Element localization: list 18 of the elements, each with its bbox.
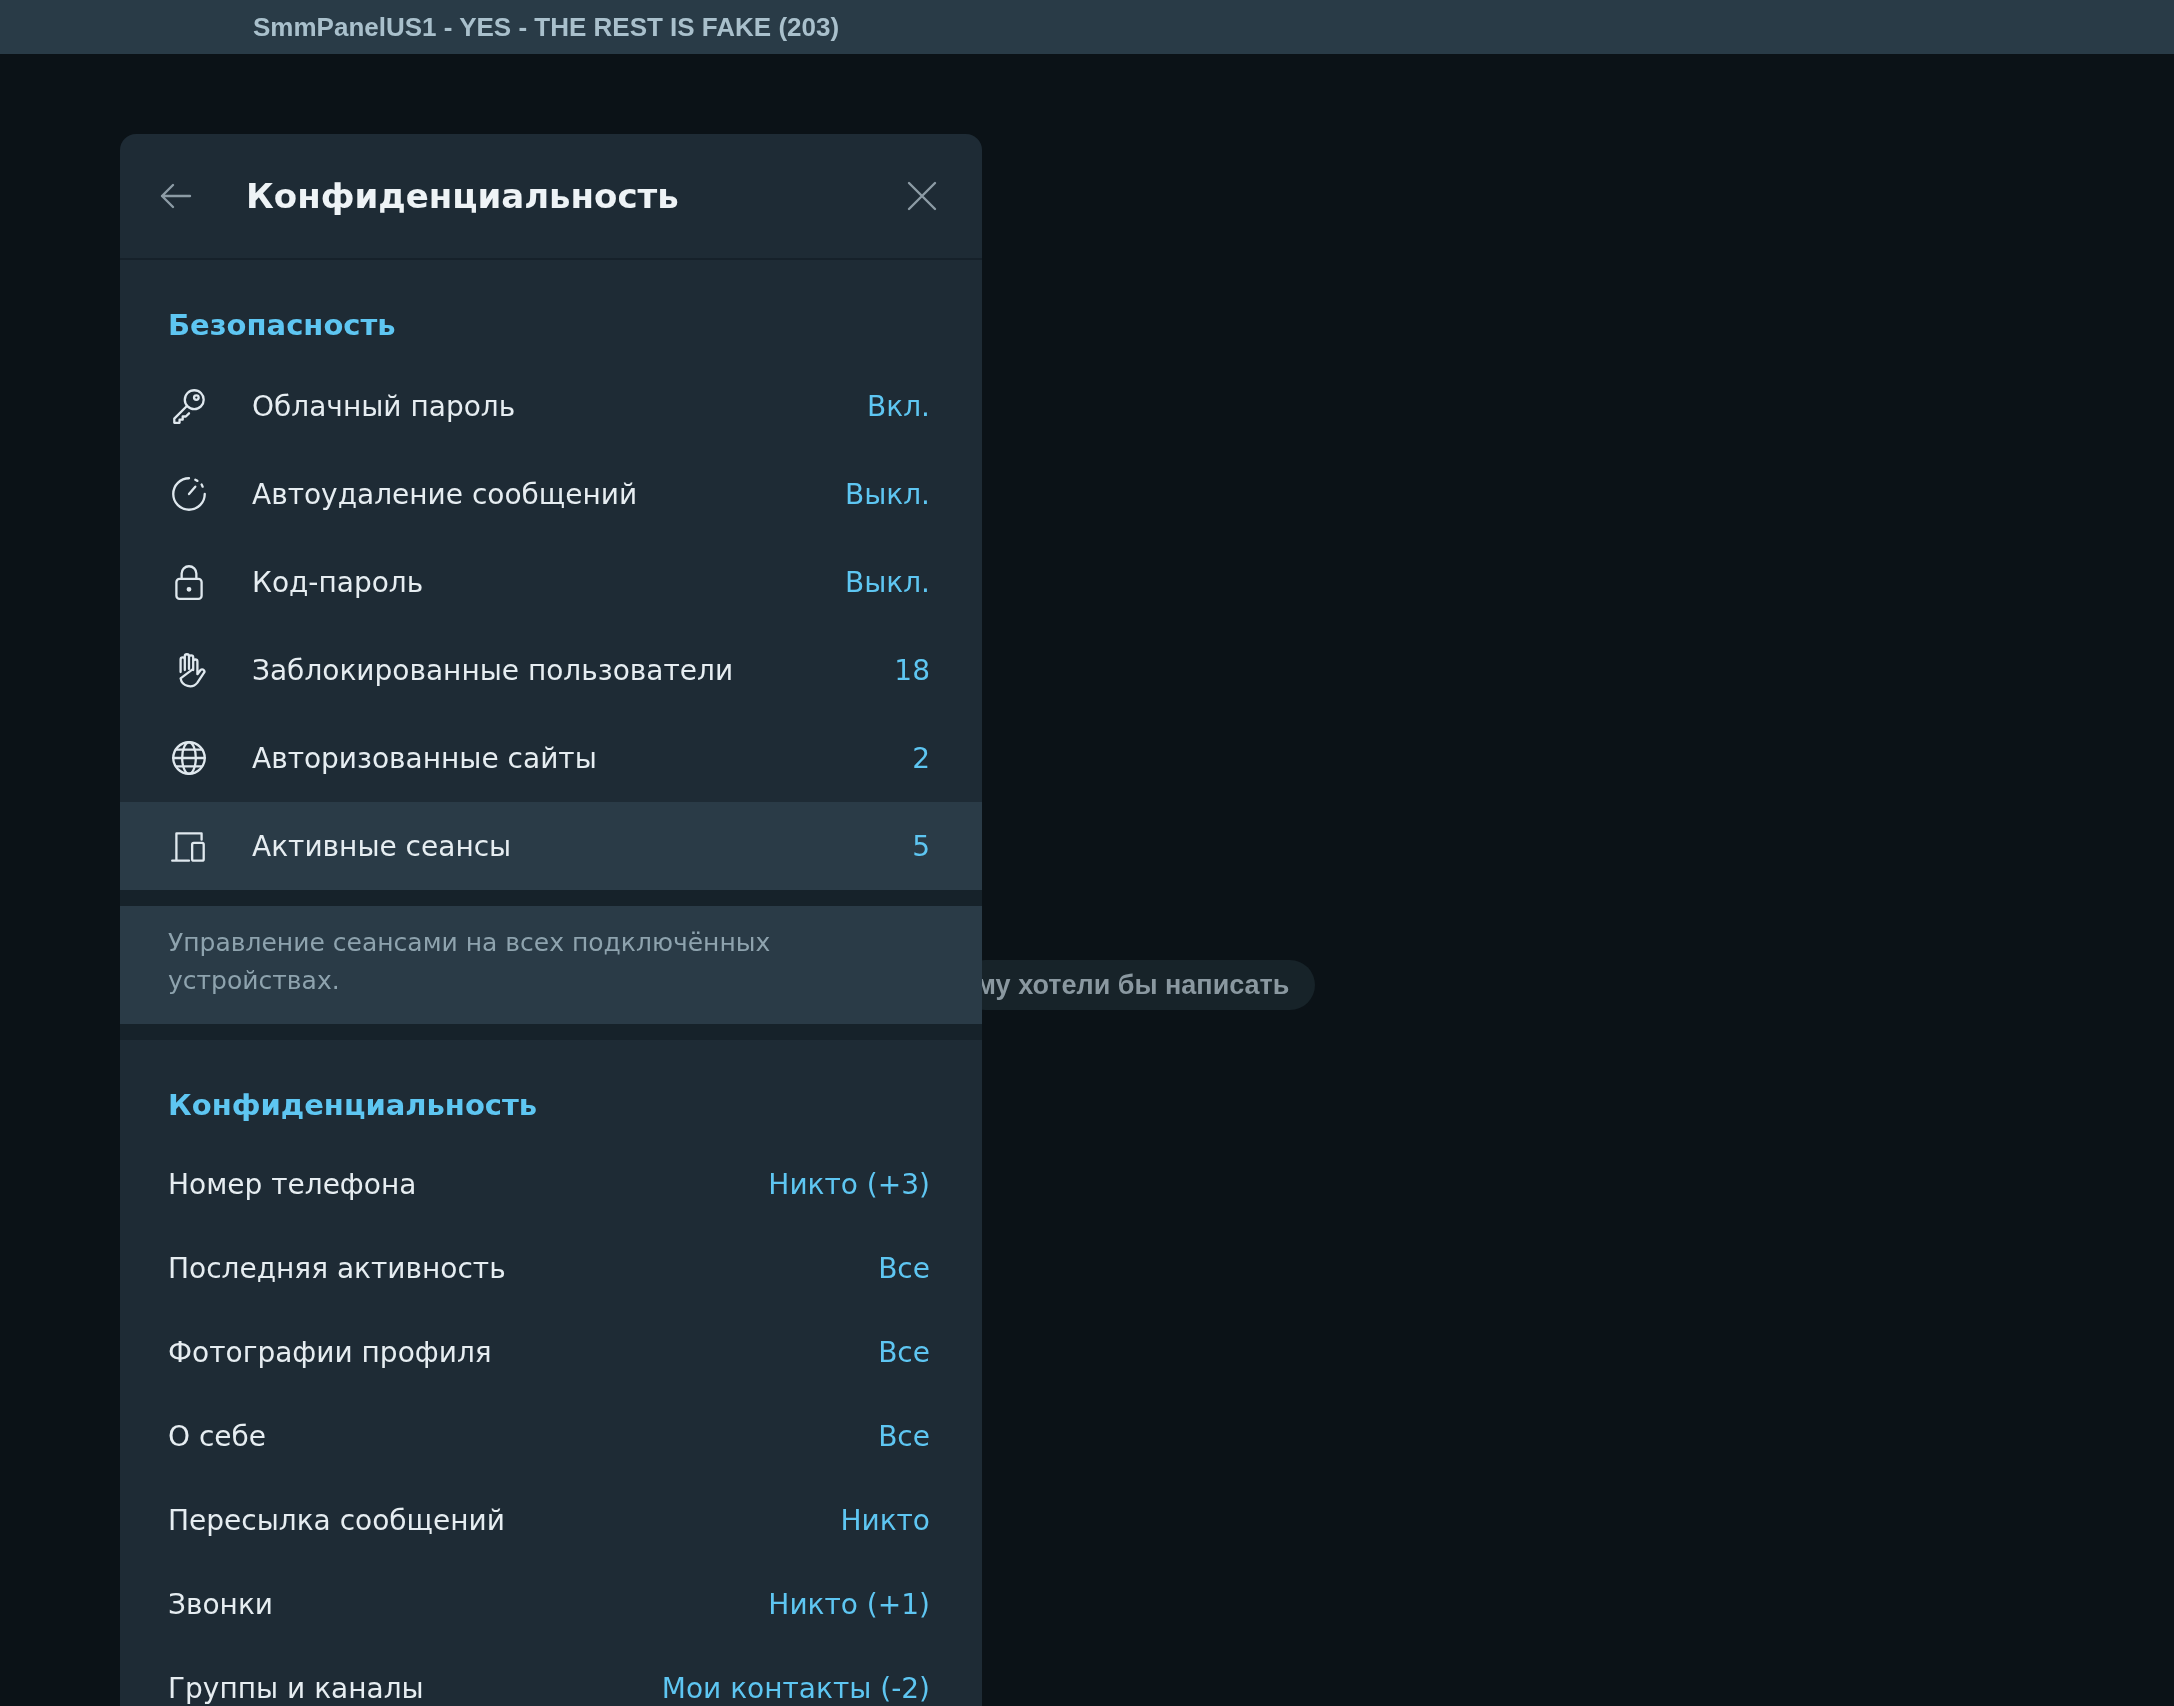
settings-row[interactable]: Номер телефона Никто (+3) (120, 1142, 982, 1226)
settings-row[interactable]: Облачный пароль Вкл. (120, 362, 982, 450)
settings-row[interactable]: Код-пароль Выкл. (120, 538, 982, 626)
panel-title: Конфиденциальность (246, 176, 680, 216)
settings-row[interactable]: Фотографии профиля Все (120, 1310, 982, 1394)
section-note: Управление сеансами на всех подключённых устройствах. (120, 906, 982, 1024)
settings-row[interactable]: Заблокированные пользователи 18 (120, 626, 982, 714)
settings-row[interactable]: Группы и каналы Мои контакты (-2) (120, 1646, 982, 1706)
settings-row[interactable]: Пересылка сообщений Никто (120, 1478, 982, 1562)
window-title: SmmPanelUS1 - YES - THE REST IS FAKE (203) (253, 11, 840, 43)
settings-row[interactable]: Автоудаление сообщений Выкл. (120, 450, 982, 538)
settings-row[interactable]: Активные сеансы 5 (120, 802, 982, 890)
section-heading: Безопасность (167, 307, 397, 344)
settings-row[interactable]: Звонки Никто (+1) (120, 1562, 982, 1646)
section-heading: Конфиденциальность (167, 1087, 539, 1124)
settings-row[interactable]: Последняя активность Все (120, 1226, 982, 1310)
settings-row[interactable]: Авторизованные сайты 2 (120, 714, 982, 802)
settings-row[interactable]: О себе Все (120, 1394, 982, 1478)
